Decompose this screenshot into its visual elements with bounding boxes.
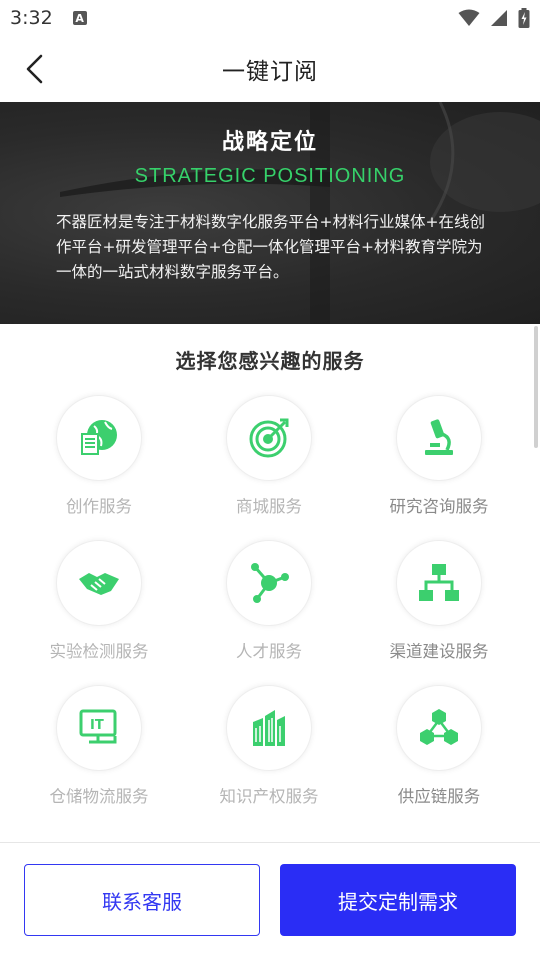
navigation-bar: 一键订阅 (0, 36, 540, 102)
building-icon (253, 710, 285, 746)
banner-subtitle: STRATEGIC POSITIONING (134, 165, 406, 187)
handshake-icon (79, 573, 119, 595)
svg-text:IT: IT (90, 718, 104, 733)
service-label: 实验检测服务 (49, 642, 149, 661)
service-label: 仓储物流服务 (49, 787, 149, 806)
notification-icon: A (72, 11, 87, 25)
hierarchy-icon (419, 564, 459, 601)
service-item-mall[interactable]: 商城服务 (184, 395, 354, 525)
battery-icon (518, 8, 530, 28)
chevron-left-icon (26, 54, 43, 84)
service-item-talent[interactable]: 人才服务 (184, 540, 354, 670)
network-node-icon (251, 563, 289, 603)
service-item-warehouse[interactable]: IT 仓储物流服务 (14, 685, 184, 815)
back-button[interactable] (18, 52, 52, 86)
service-label: 创作服务 (66, 497, 132, 516)
service-item-creation[interactable]: 创作服务 (14, 395, 184, 525)
service-item-supply-chain[interactable]: 供应链服务 (354, 685, 524, 815)
signal-icon (491, 10, 507, 26)
service-label: 商城服务 (236, 497, 302, 516)
page-title: 一键订阅 (222, 59, 318, 85)
it-monitor-icon: IT (79, 709, 117, 744)
service-label: 人才服务 (236, 642, 302, 661)
service-label: 渠道建设服务 (389, 642, 489, 661)
submit-request-button[interactable]: 提交定制需求 (280, 864, 516, 936)
service-item-testing[interactable]: 实验检测服务 (14, 540, 184, 670)
microscope-icon (425, 419, 453, 455)
services-heading: 选择您感兴趣的服务 (175, 349, 365, 373)
bottom-divider (0, 842, 540, 843)
globe-document-icon (81, 420, 117, 455)
service-label: 研究咨询服务 (389, 497, 489, 516)
service-label: 知识产权服务 (219, 787, 319, 806)
service-label: 供应链服务 (397, 787, 481, 806)
banner-title: 战略定位 (221, 130, 318, 155)
wifi-icon (458, 9, 480, 26)
strategy-banner: 战略定位 STRATEGIC POSITIONING 不器匠材是专注于材料数字化… (0, 102, 540, 324)
hexagon-network-icon (420, 709, 458, 745)
service-item-channel[interactable]: 渠道建设服务 (354, 540, 524, 670)
target-icon (249, 418, 289, 458)
service-item-ip[interactable]: 知识产权服务 (184, 685, 354, 815)
status-time: 3:32 (10, 7, 53, 29)
banner-description: 不器匠材是专注于材料数字化服务平台+材料行业媒体+在线创作平台+研发管理平台+仓… (56, 213, 485, 281)
status-bar: 3:32 A (0, 0, 540, 36)
service-item-research[interactable]: 研究咨询服务 (354, 395, 524, 525)
contact-service-button[interactable]: 联系客服 (24, 864, 260, 936)
